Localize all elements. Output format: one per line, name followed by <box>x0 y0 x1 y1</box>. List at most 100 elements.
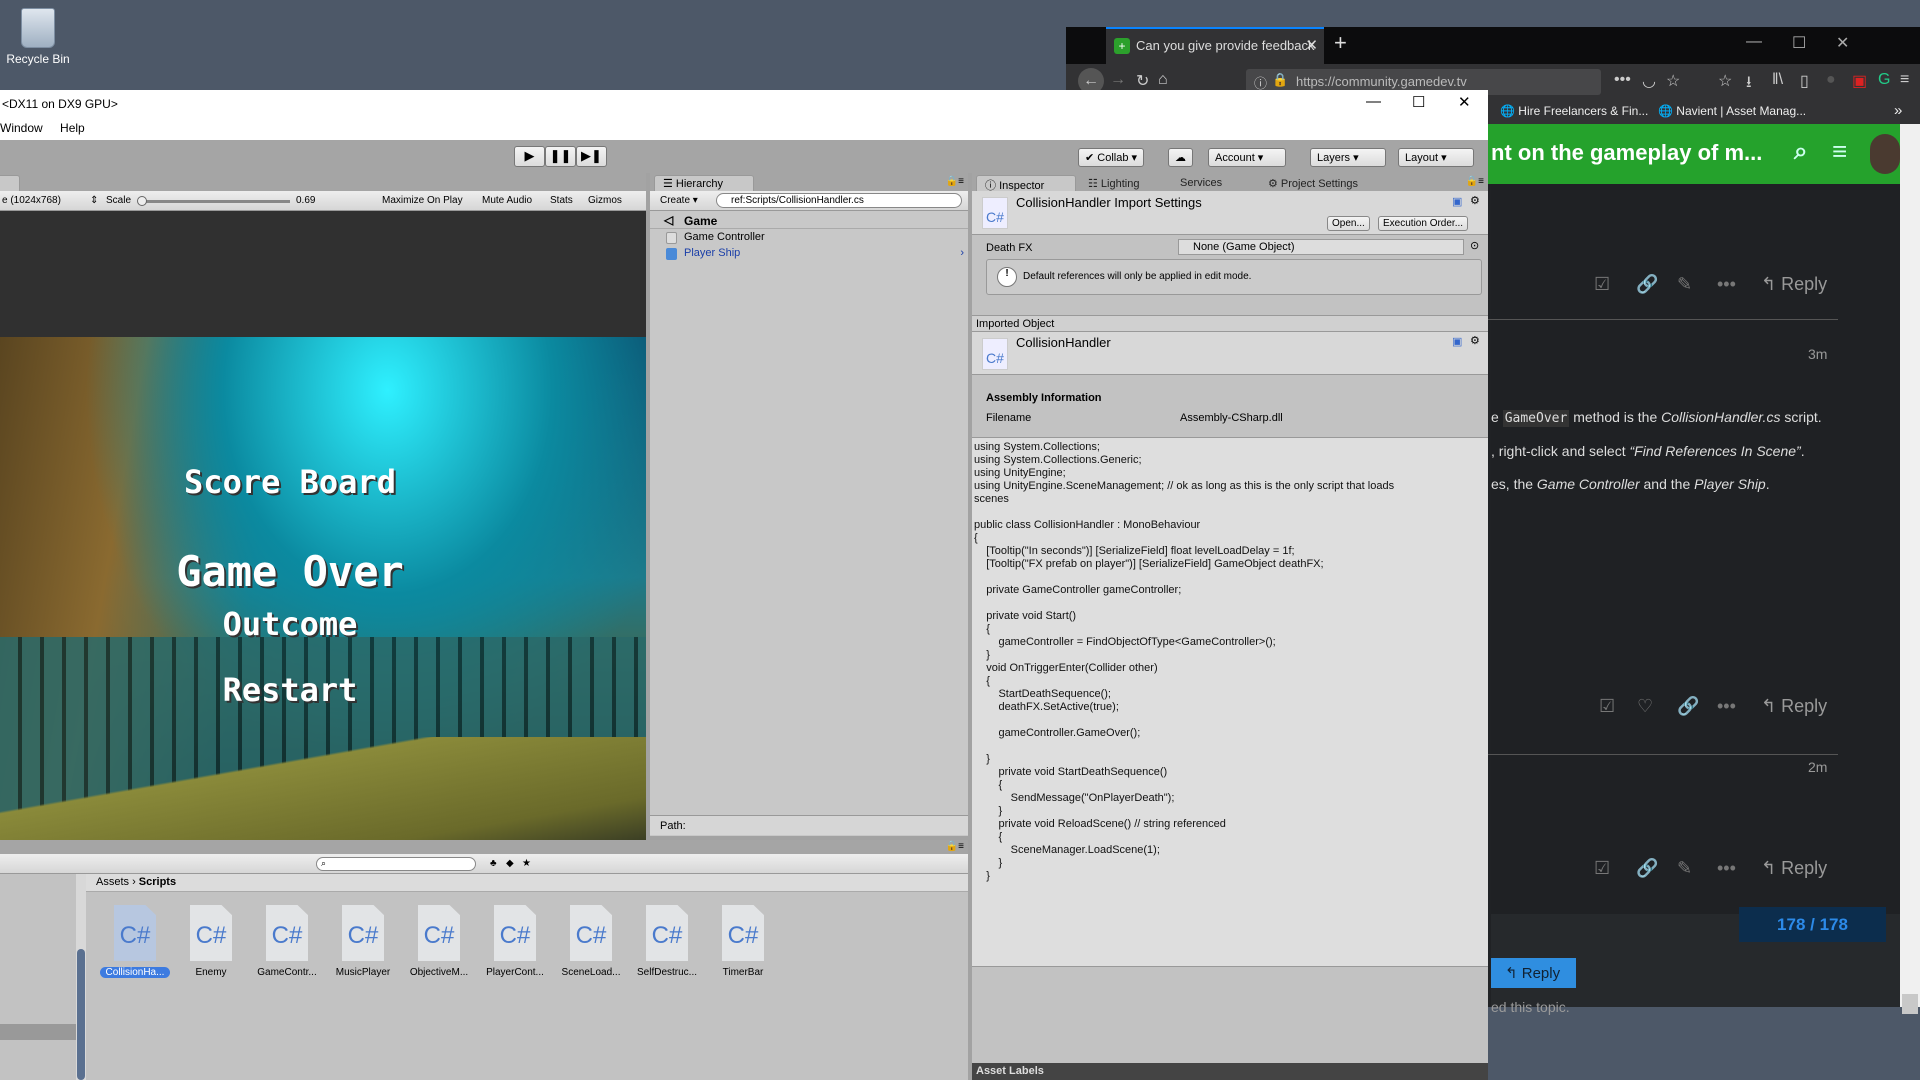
reply-button[interactable]: ↰ Reply <box>1761 696 1827 717</box>
death-fx-field[interactable]: None (Game Object) <box>1178 239 1464 255</box>
layout-dropdown[interactable]: Layout ▾ <box>1398 148 1474 167</box>
resolution-dropdown[interactable]: e (1024x768) <box>2 195 61 206</box>
lock-icon[interactable]: 🔒≡ <box>1466 176 1484 187</box>
pdf-icon[interactable]: ▣ <box>1852 71 1867 91</box>
asset-item[interactable]: C# CollisionHa... <box>100 905 170 978</box>
maximize-on-play-toggle[interactable]: Maximize On Play <box>382 195 463 206</box>
layers-dropdown[interactable]: Layers ▾ <box>1310 148 1386 167</box>
create-dropdown[interactable]: Create ▾ <box>660 195 698 206</box>
chevron-right-icon[interactable]: » <box>1894 102 1902 119</box>
breadcrumb-assets[interactable]: Assets <box>96 876 129 888</box>
extension-icon[interactable]: ● <box>1826 71 1836 89</box>
topic-title[interactable]: nt on the gameplay of m... <box>1491 140 1762 165</box>
hierarchy-item[interactable]: Player Ship › <box>650 246 968 262</box>
maximize-icon[interactable]: ☐ <box>1792 33 1806 53</box>
sidebar-icon[interactable]: ▯ <box>1800 71 1809 91</box>
filter-type-icon[interactable]: ♣ <box>490 858 497 869</box>
lock-icon[interactable]: 🔒≡ <box>946 176 964 187</box>
scale-slider[interactable] <box>137 196 290 206</box>
breadcrumb-scripts[interactable]: Scripts <box>139 876 176 888</box>
topic-progress[interactable]: 178 / 178 <box>1739 907 1886 942</box>
play-button[interactable]: ▶ <box>514 146 545 167</box>
close-window-icon[interactable]: ✕ <box>1458 93 1471 111</box>
asset-item[interactable]: C# PlayerCont... <box>480 905 550 978</box>
game-render[interactable]: Score Board Game Over Outcome Restart <box>0 337 646 871</box>
tab-hierarchy[interactable]: ☰ Hierarchy <box>654 175 754 191</box>
asset-item[interactable]: C# SelfDestruc... <box>632 905 702 978</box>
scrollbar[interactable] <box>1900 124 1920 1014</box>
stats-toggle[interactable]: Stats <box>550 195 573 206</box>
more-icon[interactable]: ••• <box>1717 274 1736 295</box>
asset-item[interactable]: C# GameContr... <box>252 905 322 978</box>
maximize-icon[interactable]: ☐ <box>1412 93 1425 111</box>
minimize-icon[interactable]: — <box>1746 33 1762 51</box>
link-icon[interactable]: 🔗 <box>1677 696 1699 717</box>
reload-icon[interactable]: ↻ <box>1136 71 1149 91</box>
hamburger-menu-icon[interactable]: ≡ <box>1900 71 1909 89</box>
object-picker-icon[interactable]: ⊙ <box>1470 239 1479 252</box>
pause-button[interactable]: ❚❚ <box>545 146 576 167</box>
pocket-icon[interactable]: ◡ <box>1642 71 1656 91</box>
chevron-right-icon[interactable]: › <box>960 247 964 259</box>
bookmarks-menu-icon[interactable]: ☆ <box>1718 71 1732 91</box>
asset-item[interactable]: C# MusicPlayer <box>328 905 398 978</box>
project-search-input[interactable]: ⌕ <box>316 857 476 871</box>
tab-lighting[interactable]: ☷ Lighting <box>1088 177 1139 190</box>
execution-order-button[interactable]: Execution Order... <box>1378 216 1469 231</box>
more-icon[interactable]: ••• <box>1614 71 1631 89</box>
slider-thumb[interactable] <box>137 196 147 206</box>
mute-audio-toggle[interactable]: Mute Audio <box>482 195 532 206</box>
more-icon[interactable]: ••• <box>1717 696 1736 717</box>
hierarchy-search-input[interactable]: ref:Scripts/CollisionHandler.cs <box>716 193 962 208</box>
account-dropdown[interactable]: Account ▾ <box>1208 148 1286 167</box>
download-icon[interactable]: ⭳ <box>1746 71 1752 98</box>
more-icon[interactable]: ••• <box>1717 858 1736 879</box>
step-button[interactable]: ▶❚ <box>576 146 607 167</box>
reply-topic-button[interactable]: ↰ Reply <box>1491 958 1576 988</box>
library-icon[interactable]: ‖\ <box>1772 71 1783 89</box>
bookmark-icon[interactable]: ☑ <box>1594 274 1610 295</box>
close-tab-icon[interactable]: ✕ <box>1305 36 1318 54</box>
lock-icon[interactable]: 🔒≡ <box>946 841 964 852</box>
asset-item[interactable]: C# SceneLoad... <box>556 905 626 978</box>
filter-label-icon[interactable]: ◆ <box>506 858 514 869</box>
gizmos-dropdown[interactable]: Gizmos <box>588 195 622 206</box>
cloud-button[interactable]: ☁ <box>1168 148 1193 167</box>
tab-project-settings[interactable]: ⚙ Project Settings <box>1268 177 1358 190</box>
new-tab-icon[interactable]: + <box>1334 30 1347 56</box>
open-button[interactable]: Open... <box>1327 216 1370 231</box>
reply-button[interactable]: ↰ Reply <box>1761 858 1827 879</box>
scene-row[interactable]: ◁ Game <box>650 213 968 229</box>
menu-window[interactable]: Window <box>0 121 43 135</box>
edit-icon[interactable]: ✎ <box>1677 274 1692 295</box>
edit-icon[interactable]: ✎ <box>1677 858 1692 879</box>
minimize-icon[interactable]: — <box>1366 93 1381 110</box>
bookmark-item[interactable]: 🌐 Hire Freelancers & Fin... <box>1500 104 1648 118</box>
recycle-bin-shortcut[interactable]: Recycle Bin <box>0 0 76 80</box>
tab-services[interactable]: Services <box>1180 177 1222 189</box>
help-icon[interactable]: ▣ <box>1452 335 1462 348</box>
menu-help[interactable]: Help <box>60 121 85 135</box>
folder-tree-scrollbar[interactable] <box>76 874 86 1080</box>
forward-icon[interactable]: → <box>1110 71 1126 89</box>
asset-item[interactable]: C# Enemy <box>176 905 246 978</box>
avatar[interactable] <box>1870 134 1900 174</box>
collab-dropdown[interactable]: ✔ Collab ▾ <box>1078 148 1145 167</box>
restart-button[interactable]: Restart <box>0 671 580 709</box>
tab-game[interactable] <box>0 175 20 191</box>
like-icon[interactable]: ♡ <box>1637 696 1653 717</box>
close-window-icon[interactable]: ✕ <box>1836 33 1849 53</box>
hamburger-menu-icon[interactable]: ≡ <box>1832 136 1847 167</box>
tab-inspector[interactable]: ⓘ Inspector <box>976 175 1076 192</box>
bookmark-icon[interactable]: ☑ <box>1599 696 1615 717</box>
asset-labels-bar[interactable]: Asset Labels <box>972 1063 1488 1080</box>
asset-item[interactable]: C# ObjectiveM... <box>404 905 474 978</box>
favorite-icon[interactable]: ★ <box>522 858 531 869</box>
grammarly-icon[interactable]: G <box>1878 71 1890 89</box>
link-icon[interactable]: 🔗 <box>1636 274 1658 295</box>
gear-icon[interactable]: ⚙ <box>1470 334 1480 347</box>
home-icon[interactable]: ⌂ <box>1158 71 1168 89</box>
browser-tab[interactable]: + Can you give provide feedback ✕ <box>1106 27 1324 64</box>
help-icon[interactable]: ▣ <box>1452 195 1462 208</box>
bookmark-star-icon[interactable]: ☆ <box>1666 71 1680 91</box>
